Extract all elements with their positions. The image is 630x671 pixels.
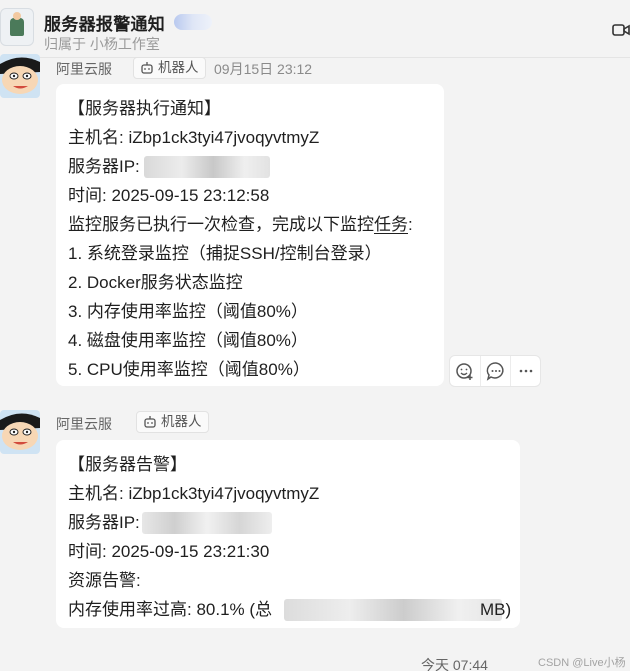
task-link[interactable]: 任务 bbox=[374, 215, 408, 234]
watermark: CSDN @Live小杨 bbox=[538, 657, 626, 669]
message-line: 【服务器告警】 bbox=[68, 455, 187, 474]
avatar-image bbox=[0, 410, 40, 454]
redacted-ip bbox=[144, 156, 270, 178]
message-line: 内存使用率过高: 80.1% (总 MB) bbox=[68, 595, 512, 624]
message-line: 时间: 2025-09-15 23:21:30 bbox=[68, 542, 270, 561]
message-bubble[interactable]: 【服务器执行通知】 主机名: iZbp1ck3tyi47jvoqyvtmyZ 服… bbox=[56, 84, 444, 386]
message-line: 4. 磁盘使用率监控（阈值80%） bbox=[68, 331, 308, 350]
robot-icon bbox=[144, 416, 156, 428]
ip-label: 服务器IP: bbox=[68, 157, 140, 176]
message-line: 3. 内存使用率监控（阈值80%） bbox=[68, 302, 308, 321]
message-text: 监控服务已执行一次检查，完成以下监控 bbox=[68, 215, 374, 234]
sender-avatar[interactable] bbox=[0, 410, 40, 454]
chat-subtitle[interactable]: 归属于 小杨工作室 bbox=[44, 34, 160, 54]
message-bubble[interactable]: 【服务器告警】 主机名: iZbp1ck3tyi47jvoqyvtmyZ 服务器… bbox=[56, 440, 520, 628]
avatar-image bbox=[0, 54, 40, 98]
robot-icon bbox=[141, 62, 153, 74]
group-avatar[interactable] bbox=[0, 8, 34, 46]
robot-tag: 机器人 bbox=[133, 57, 206, 79]
sender-avatar[interactable] bbox=[0, 54, 40, 98]
message-line: 服务器IP: bbox=[68, 152, 432, 181]
message-line: 服务器IP: bbox=[68, 508, 508, 537]
robot-tag: 机器人 bbox=[136, 411, 209, 433]
title-badge bbox=[174, 14, 212, 30]
robot-tag-label: 机器人 bbox=[161, 414, 202, 429]
add-emoji-button[interactable] bbox=[450, 356, 480, 386]
chat-header: 服务器报警通知 归属于 小杨工作室 bbox=[0, 0, 630, 58]
memory-unit: MB) bbox=[480, 600, 512, 619]
redacted-memory bbox=[284, 599, 502, 621]
message-line: 时间: 2025-09-15 23:12:58 bbox=[68, 186, 270, 205]
message-line: 主机名: iZbp1ck3tyi47jvoqyvtmyZ bbox=[68, 128, 320, 147]
add-emoji-icon bbox=[456, 363, 473, 380]
message-line: 2. Docker服务状态监控 bbox=[68, 273, 243, 292]
robot-tag-label: 机器人 bbox=[158, 60, 199, 75]
message-line: 资源告警: bbox=[68, 571, 141, 590]
sender-name[interactable]: 阿里云服 bbox=[56, 59, 112, 79]
chat-title[interactable]: 服务器报警通知 bbox=[44, 10, 165, 35]
message-line: 【服务器执行通知】 bbox=[68, 99, 221, 118]
video-call-icon[interactable] bbox=[612, 22, 630, 38]
message-line: 主机名: iZbp1ck3tyi47jvoqyvtmyZ bbox=[68, 484, 320, 503]
message-actions bbox=[449, 355, 541, 387]
message-time: 09月15日 23:12 bbox=[214, 61, 313, 77]
comment-button[interactable] bbox=[480, 356, 510, 386]
sender-name[interactable]: 阿里云服 bbox=[56, 414, 112, 434]
chat-window: 服务器报警通知 归属于 小杨工作室 阿里云服 机器人 09月15日 23:12 bbox=[0, 0, 630, 671]
comment-icon bbox=[486, 362, 504, 381]
date-divider: 今天 07:44 bbox=[421, 657, 488, 671]
ip-label: 服务器IP: bbox=[68, 513, 140, 532]
redacted-ip bbox=[142, 512, 272, 534]
message-text: : bbox=[408, 215, 413, 234]
message-line: 5. CPU使用率监控（阈值80%） bbox=[68, 360, 310, 379]
message-line: 1. 系统登录监控（捕捉SSH/控制台登录） bbox=[68, 244, 382, 263]
message-line: 监控服务已执行一次检查，完成以下监控任务: bbox=[68, 210, 432, 239]
more-icon bbox=[519, 369, 533, 373]
more-button[interactable] bbox=[510, 356, 540, 386]
memory-alert-text: 内存使用率过高: 80.1% (总 bbox=[68, 600, 273, 619]
